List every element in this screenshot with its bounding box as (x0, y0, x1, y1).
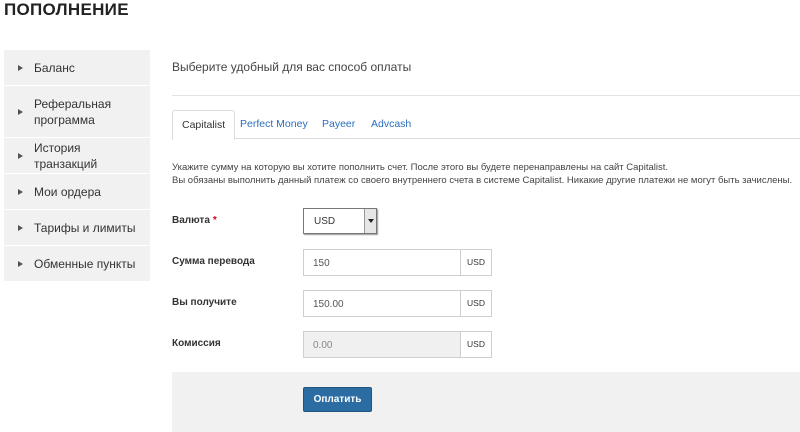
amount-currency-addon: USD (460, 250, 491, 275)
info-text: Укажите сумму на которую вы хотите попол… (172, 161, 800, 187)
sidebar-item-label: Баланс (34, 60, 75, 75)
receive-currency-addon: USD (460, 291, 491, 316)
fee-currency-addon: USD (460, 332, 491, 357)
caret-right-icon (18, 152, 23, 159)
dropdown-button[interactable] (364, 209, 376, 233)
sidebar-item-balance[interactable]: Баланс (4, 50, 150, 86)
caret-right-icon (18, 108, 23, 115)
currency-select-value: USD (314, 216, 336, 227)
payment-tabs: Capitalist Perfect Money Payeer Advcash (172, 110, 800, 140)
currency-label-text: Валюта (172, 215, 210, 226)
sidebar-item-exchange-points[interactable]: Обменные пункты (4, 246, 150, 282)
fee-label: Комиссия (172, 338, 221, 349)
caret-right-icon (18, 260, 23, 267)
caret-right-icon (18, 224, 23, 231)
sidebar-item-label: Обменные пункты (34, 256, 136, 271)
sidebar-item-label: Мои ордера (34, 184, 101, 199)
tab-capitalist[interactable]: Capitalist (172, 110, 236, 140)
sidebar-item-referral[interactable]: Реферальная программа (4, 86, 150, 138)
caret-right-icon (18, 64, 23, 71)
tab-perfect-money[interactable]: Perfect Money (231, 110, 317, 139)
info-line: Укажите сумму на которую вы хотите попол… (172, 162, 668, 173)
caret-right-icon (18, 188, 23, 195)
info-line: Вы обязаны выполнить данный платеж со св… (172, 175, 793, 186)
receive-label: Вы получите (172, 297, 237, 308)
sidebar-item-label: Реферальная программа (34, 96, 112, 127)
pay-button[interactable]: Оплатить (303, 387, 372, 412)
sidebar-item-orders[interactable]: Мои ордера (4, 174, 150, 210)
sidebar-item-tariffs[interactable]: Тарифы и лимиты (4, 210, 150, 246)
receive-value: 150.00 (313, 299, 344, 310)
currency-select[interactable]: USD (303, 208, 377, 234)
sidebar-item-label: Тарифы и лимиты (34, 220, 136, 235)
chevron-down-icon (368, 219, 374, 223)
fee-value: 0.00 (313, 340, 333, 351)
page-title: ПОПОЛНЕНИЕ (4, 0, 129, 19)
amount-label: Сумма перевода (172, 256, 255, 267)
sidebar-item-label: История транзакций (34, 140, 98, 171)
fee-field: 0.00 USD (303, 331, 492, 358)
tab-payeer[interactable]: Payeer (313, 110, 364, 139)
form-footer: Оплатить (172, 372, 800, 432)
receive-field[interactable]: 150.00 USD (303, 290, 492, 317)
section-subtitle: Выберите удобный для вас способ оплаты (172, 60, 412, 74)
amount-value: 150 (313, 258, 330, 269)
divider (172, 95, 800, 96)
tab-advcash[interactable]: Advcash (362, 110, 420, 139)
sidebar: Баланс Реферальная программа История тра… (4, 50, 150, 282)
sidebar-item-transactions[interactable]: История транзакций (4, 138, 150, 174)
required-marker: * (212, 215, 217, 226)
currency-label: Валюта * (172, 215, 217, 226)
amount-field[interactable]: 150 USD (303, 249, 492, 276)
